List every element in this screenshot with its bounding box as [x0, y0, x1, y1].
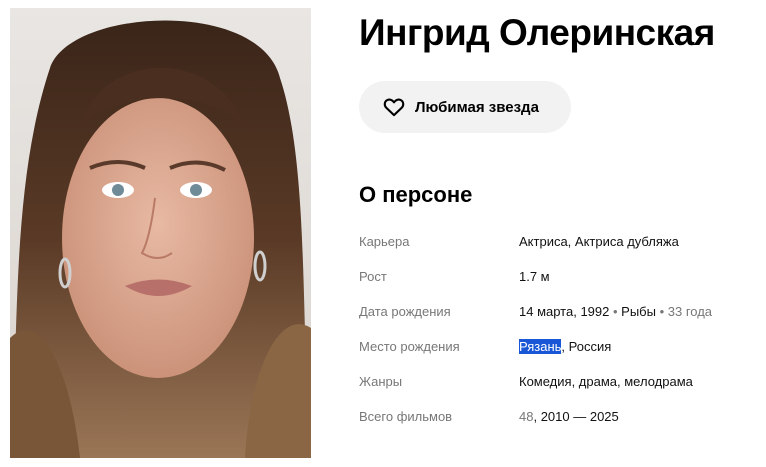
person-info-list: Карьера Актриса, Актриса дубляжа Рост 1.…	[359, 224, 759, 434]
info-row-genres: Жанры Комедия, драма, мелодрама	[359, 364, 759, 399]
birth-city-link[interactable]: Рязань	[519, 339, 562, 354]
info-row-career: Карьера Актриса, Актриса дубляжа	[359, 224, 759, 259]
career-label: Карьера	[359, 234, 410, 249]
birth-place-label: Место рождения	[359, 339, 460, 354]
birth-date-label: Дата рождения	[359, 304, 451, 319]
person-name: Ингрид Олеринская	[359, 12, 715, 53]
info-row-birth-place: Место рождения Рязань, Россия	[359, 329, 759, 364]
height-label: Рост	[359, 269, 387, 284]
films-value: 48, 2010 — 2025	[519, 409, 619, 424]
age: 33 года	[667, 304, 713, 319]
genres-label: Жанры	[359, 374, 403, 389]
heart-outline-icon	[383, 98, 405, 117]
portrait-image	[10, 8, 311, 458]
birth-place-value: Рязань, Россия	[519, 339, 611, 354]
favorite-star-label: Любимая звезда	[415, 98, 539, 116]
favorite-star-button[interactable]: Любимая звезда	[359, 81, 571, 133]
separator-dot: •	[609, 304, 622, 319]
info-row-height: Рост 1.7 м	[359, 259, 759, 294]
birth-date[interactable]: 14 марта, 1992	[519, 304, 609, 319]
height-value: 1.7 м	[519, 269, 550, 284]
genres-value[interactable]: Комедия, драма, мелодрама	[519, 374, 693, 389]
info-row-films: Всего фильмов 48, 2010 — 2025	[359, 399, 759, 434]
about-section-title: О персоне	[359, 182, 473, 207]
career-value[interactable]: Актриса, Актриса дубляжа	[519, 234, 679, 249]
info-row-birth-date: Дата рождения 14 марта, 1992 • Рыбы • 33…	[359, 294, 759, 329]
zodiac-sign[interactable]: Рыбы	[621, 304, 656, 319]
films-label: Всего фильмов	[359, 409, 453, 424]
birth-country[interactable]: , Россия	[561, 339, 611, 354]
films-years: , 2010 — 2025	[533, 409, 619, 424]
birth-date-value: 14 марта, 1992 • Рыбы • 33 года	[519, 304, 712, 319]
separator-dot: •	[655, 304, 668, 319]
films-count[interactable]: 48	[519, 409, 533, 424]
person-photo	[10, 8, 311, 458]
